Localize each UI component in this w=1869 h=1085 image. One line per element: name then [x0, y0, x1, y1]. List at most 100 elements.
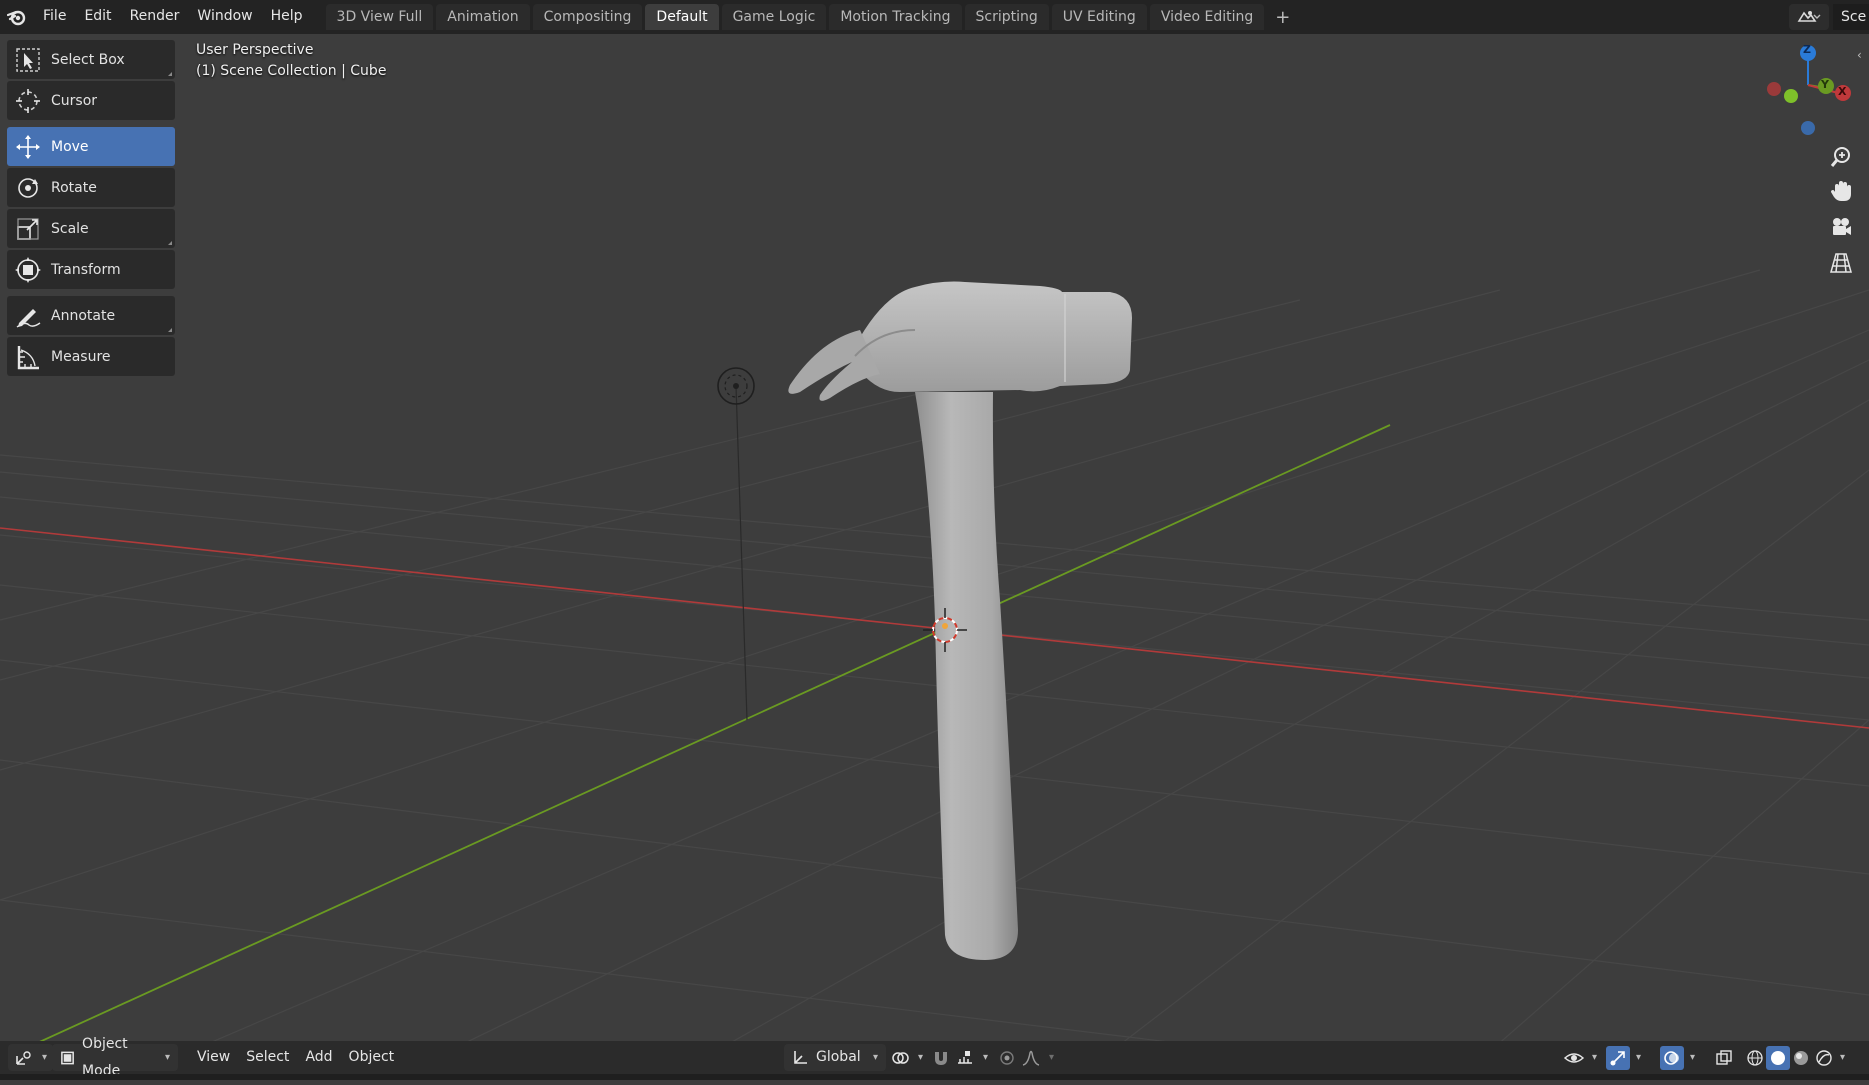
chevron-down-icon: ▾: [1636, 1052, 1642, 1063]
scene-selector: Sce: [1789, 4, 1869, 30]
tool-rotate[interactable]: Rotate: [7, 168, 175, 207]
snap-increment-icon: [953, 1046, 977, 1070]
chevron-down-icon: ▾: [1690, 1052, 1696, 1063]
xray-icon: [1712, 1046, 1736, 1070]
material-preview-button[interactable]: [1789, 1044, 1813, 1071]
menu-view[interactable]: View: [189, 1044, 238, 1071]
proportional-editing-toggle[interactable]: [995, 1044, 1019, 1071]
tool-transform[interactable]: Transform: [7, 250, 175, 289]
tool-select-box[interactable]: Select Box: [7, 40, 175, 79]
rendered-shading-button[interactable]: [1812, 1044, 1836, 1071]
solid-sphere-icon: [1766, 1045, 1790, 1070]
pan-button[interactable]: [1823, 175, 1859, 207]
overlays-icon: [1660, 1045, 1684, 1070]
light-object[interactable]: [717, 367, 755, 721]
solid-shading-button[interactable]: [1766, 1044, 1790, 1071]
pivot-point-dropdown[interactable]: ▾: [888, 1044, 923, 1071]
transform-orientation-dropdown[interactable]: Global ▾: [784, 1044, 886, 1071]
tool-variants-indicator: [168, 72, 172, 76]
viewport-perspective-label: User Perspective: [196, 42, 314, 58]
tool-annotate[interactable]: Annotate: [7, 296, 175, 335]
xray-toggle[interactable]: [1712, 1044, 1736, 1071]
menu-help[interactable]: Help: [262, 0, 312, 34]
tool-measure-label: Measure: [51, 348, 111, 365]
tab-uv-editing[interactable]: UV Editing: [1051, 4, 1147, 30]
camera-view-button[interactable]: [1823, 211, 1859, 243]
3d-viewport[interactable]: Z Y X: [0, 34, 1869, 1050]
gizmo-toggle[interactable]: ▾: [1606, 1044, 1641, 1071]
tab-animation[interactable]: Animation: [436, 4, 530, 30]
menu-object[interactable]: Object: [341, 1044, 403, 1071]
hammer-mesh[interactable]: [788, 281, 1132, 960]
orientation-label: Global: [816, 1049, 861, 1065]
3d-viewport-editor-icon: [16, 1050, 31, 1065]
tool-transform-label: Transform: [51, 261, 121, 278]
viewport-collection-label: (1) Scene Collection | Cube: [196, 63, 387, 79]
top-bar: File Edit Render Window Help 3D View Ful…: [0, 0, 1869, 34]
tool-select-box-label: Select Box: [51, 51, 125, 68]
tab-3d-view-full[interactable]: 3D View Full: [325, 4, 434, 30]
chevron-down-icon: ▾: [872, 1052, 878, 1063]
visibility-dropdown[interactable]: ▾: [1562, 1044, 1597, 1071]
header-menus: View Select Add Object: [189, 1044, 402, 1071]
menu-window[interactable]: Window: [188, 0, 261, 34]
tool-variants-indicator: [168, 241, 172, 245]
tab-game-logic[interactable]: Game Logic: [721, 4, 827, 30]
zoom-button[interactable]: [1823, 141, 1859, 173]
editor-type-dropdown[interactable]: ▾: [8, 1044, 54, 1071]
tab-default[interactable]: Default: [645, 4, 719, 30]
chevron-down-icon: ▾: [1049, 1052, 1055, 1063]
tab-video-editing[interactable]: Video Editing: [1149, 4, 1265, 30]
tool-shelf: Select Box Cursor Move Rotate Scale Tran…: [7, 40, 175, 378]
gizmo-y-label: Y: [1821, 78, 1829, 91]
gizmo-icon: [1606, 1045, 1630, 1070]
wireframe-sphere-icon: [1743, 1046, 1767, 1070]
tool-annotate-label: Annotate: [51, 307, 116, 324]
shading-options-dropdown[interactable]: ▾: [1838, 1044, 1845, 1071]
zoom-icon: [1830, 147, 1850, 167]
snap-target-dropdown[interactable]: ▾: [953, 1044, 988, 1071]
menu-render[interactable]: Render: [121, 0, 189, 34]
tool-scale-label: Scale: [51, 220, 89, 237]
tool-move[interactable]: Move: [7, 127, 175, 166]
chevron-down-icon: ▾: [1592, 1052, 1598, 1063]
move-icon: [13, 132, 43, 162]
annotate-icon: [13, 301, 43, 331]
rendered-sphere-icon: [1812, 1046, 1836, 1070]
menu-edit[interactable]: Edit: [75, 0, 120, 34]
tool-variants-indicator: [168, 328, 172, 332]
scene-browse-button[interactable]: [1789, 4, 1829, 30]
tab-scripting[interactable]: Scripting: [964, 4, 1049, 30]
eye-icon: [1562, 1046, 1586, 1070]
sidebar-toggle-icon[interactable]: ‹: [1857, 48, 1862, 62]
snap-toggle[interactable]: [929, 1044, 953, 1071]
hand-icon: [1831, 181, 1851, 201]
menu-add[interactable]: Add: [297, 1044, 340, 1071]
tab-motion-tracking[interactable]: Motion Tracking: [829, 4, 962, 30]
tool-measure[interactable]: Measure: [7, 337, 175, 376]
status-bar: [0, 1074, 1869, 1080]
tool-scale[interactable]: Scale: [7, 209, 175, 248]
add-workspace-button[interactable]: +: [1267, 7, 1298, 28]
overlays-toggle[interactable]: ▾: [1660, 1044, 1695, 1071]
main-menu: File Edit Render Window Help: [34, 0, 312, 34]
chevron-down-icon: ▾: [1840, 1052, 1846, 1063]
tab-compositing[interactable]: Compositing: [532, 4, 643, 30]
object-mode-icon: [61, 1051, 74, 1064]
grid-perspective-icon: [1830, 253, 1852, 273]
blender-logo-icon[interactable]: [0, 0, 34, 34]
menu-select[interactable]: Select: [238, 1044, 297, 1071]
proportional-falloff-dropdown[interactable]: ▾: [1019, 1044, 1054, 1071]
y-axis-line: [19, 424, 1391, 1050]
scene-name-field[interactable]: Sce: [1833, 4, 1869, 30]
toggle-perspective-button[interactable]: [1823, 247, 1859, 279]
pivot-icon: [888, 1046, 912, 1070]
viewport-scene: [0, 45, 1869, 1050]
cursor-icon: [13, 86, 43, 116]
menu-file[interactable]: File: [34, 0, 75, 34]
chevron-down-icon: ▾: [983, 1052, 989, 1063]
tool-cursor[interactable]: Cursor: [7, 81, 175, 120]
mode-dropdown[interactable]: Object Mode ▾: [52, 1036, 178, 1079]
magnet-icon: [929, 1046, 953, 1070]
wireframe-shading-button[interactable]: [1743, 1044, 1767, 1071]
